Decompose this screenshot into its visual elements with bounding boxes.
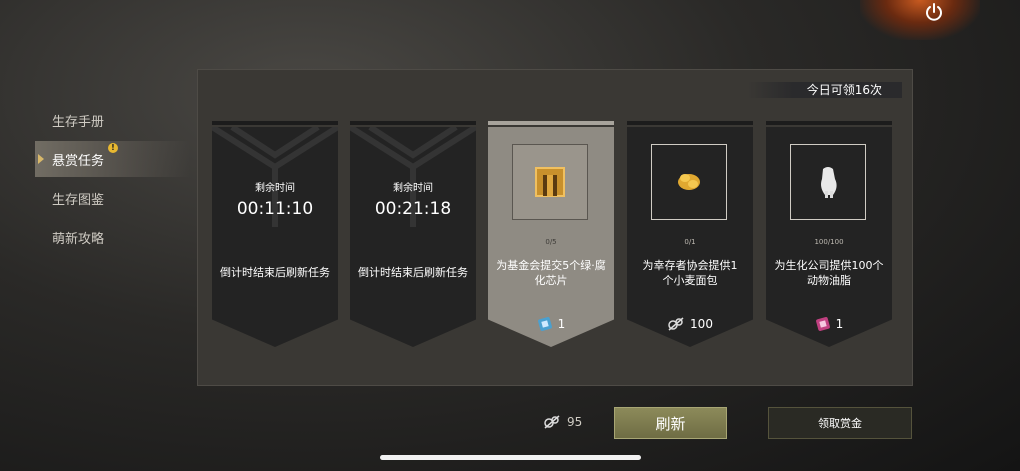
task-reward: 1: [766, 316, 892, 332]
sidebar-item-survival-manual[interactable]: 生存手册: [35, 102, 190, 138]
sidebar-nav: 生存手册 悬赏任务 ! 生存图鉴 萌新攻略: [35, 102, 190, 258]
gate-item-icon: [535, 167, 565, 197]
task-progress: 100/100: [814, 238, 844, 246]
bounty-card-task[interactable]: 0/5 为基金会提交5个绿·腐化芯片 1: [488, 121, 614, 348]
pink-chip-icon: [815, 317, 830, 331]
alert-badge: !: [108, 143, 118, 153]
wheat-bread-icon: [678, 174, 700, 190]
currency-amount: 95: [567, 415, 583, 429]
task-item-frame: [790, 144, 866, 220]
scrap-currency-count: 95: [543, 414, 582, 430]
bounty-card-task[interactable]: 0/1 为幸存者协会提供1个小麦面包 100: [627, 121, 753, 348]
card-flag-tail: [212, 297, 338, 347]
card-description: 为生化公司提供100个动物油脂: [774, 259, 884, 287]
animal-fat-icon: [821, 167, 837, 198]
home-indicator[interactable]: [380, 455, 641, 460]
card-description: 倒计时结束后刷新任务: [220, 266, 330, 279]
power-button[interactable]: [922, 0, 946, 24]
sidebar-item-label: 悬赏任务: [52, 153, 105, 169]
sidebar-item-beginner-guide[interactable]: 萌新攻略: [35, 219, 190, 255]
daily-limit-label: 今日可领16次: [746, 82, 902, 98]
task-reward: 100: [627, 316, 753, 332]
remaining-time-label: 剩余时间: [255, 183, 295, 194]
remaining-time-label: 剩余时间: [393, 183, 433, 194]
task-item-frame: [512, 144, 588, 220]
sidebar-item-bounty-tasks[interactable]: 悬赏任务 !: [35, 141, 190, 177]
sidebar-item-survival-codex[interactable]: 生存图鉴: [35, 180, 190, 216]
scrap-parts-icon: [544, 415, 560, 429]
claim-bounty-button[interactable]: 领取赏金: [768, 407, 912, 439]
sidebar-item-label: 生存图鉴: [52, 192, 105, 208]
card-description: 为幸存者协会提供1个小麦面包: [642, 259, 738, 287]
bounty-card-timer: 剩余时间 00:11:10 倒计时结束后刷新任务: [212, 121, 338, 348]
card-description: 为基金会提交5个绿·腐化芯片: [496, 259, 606, 287]
card-top-strip: [350, 121, 476, 125]
background-glow: [860, 0, 980, 40]
reward-amount: 100: [690, 317, 713, 331]
card-flag-tail: [350, 297, 476, 347]
card-top-strip: [766, 121, 892, 125]
bounty-panel: 今日可领16次 剩余时间 00:11:10 倒计时结束后刷新任务 剩余时间 00…: [197, 69, 913, 386]
reward-amount: 1: [557, 317, 566, 331]
countdown-timer: 00:21:18: [374, 199, 452, 219]
sidebar-item-label: 萌新攻略: [52, 231, 105, 247]
blue-chip-icon: [537, 317, 552, 331]
sidebar-item-label: 生存手册: [52, 114, 105, 130]
task-progress: 0/5: [545, 238, 557, 246]
task-progress: 0/1: [684, 238, 696, 246]
reward-amount: 1: [835, 317, 844, 331]
refresh-button[interactable]: 刷新: [614, 407, 727, 439]
card-top-strip: [212, 121, 338, 125]
card-top-strip: [488, 121, 614, 125]
countdown-timer: 00:11:10: [236, 199, 314, 219]
power-icon: [926, 3, 942, 21]
bounty-card-timer: 剩余时间 00:21:18 倒计时结束后刷新任务: [350, 121, 476, 348]
task-reward: 1: [488, 316, 614, 332]
card-top-strip: [627, 121, 753, 125]
card-description: 倒计时结束后刷新任务: [358, 266, 468, 279]
task-item-frame: [651, 144, 727, 220]
bounty-card-task[interactable]: 100/100 为生化公司提供100个动物油脂 1: [766, 121, 892, 348]
scrap-parts-icon: [668, 317, 684, 331]
